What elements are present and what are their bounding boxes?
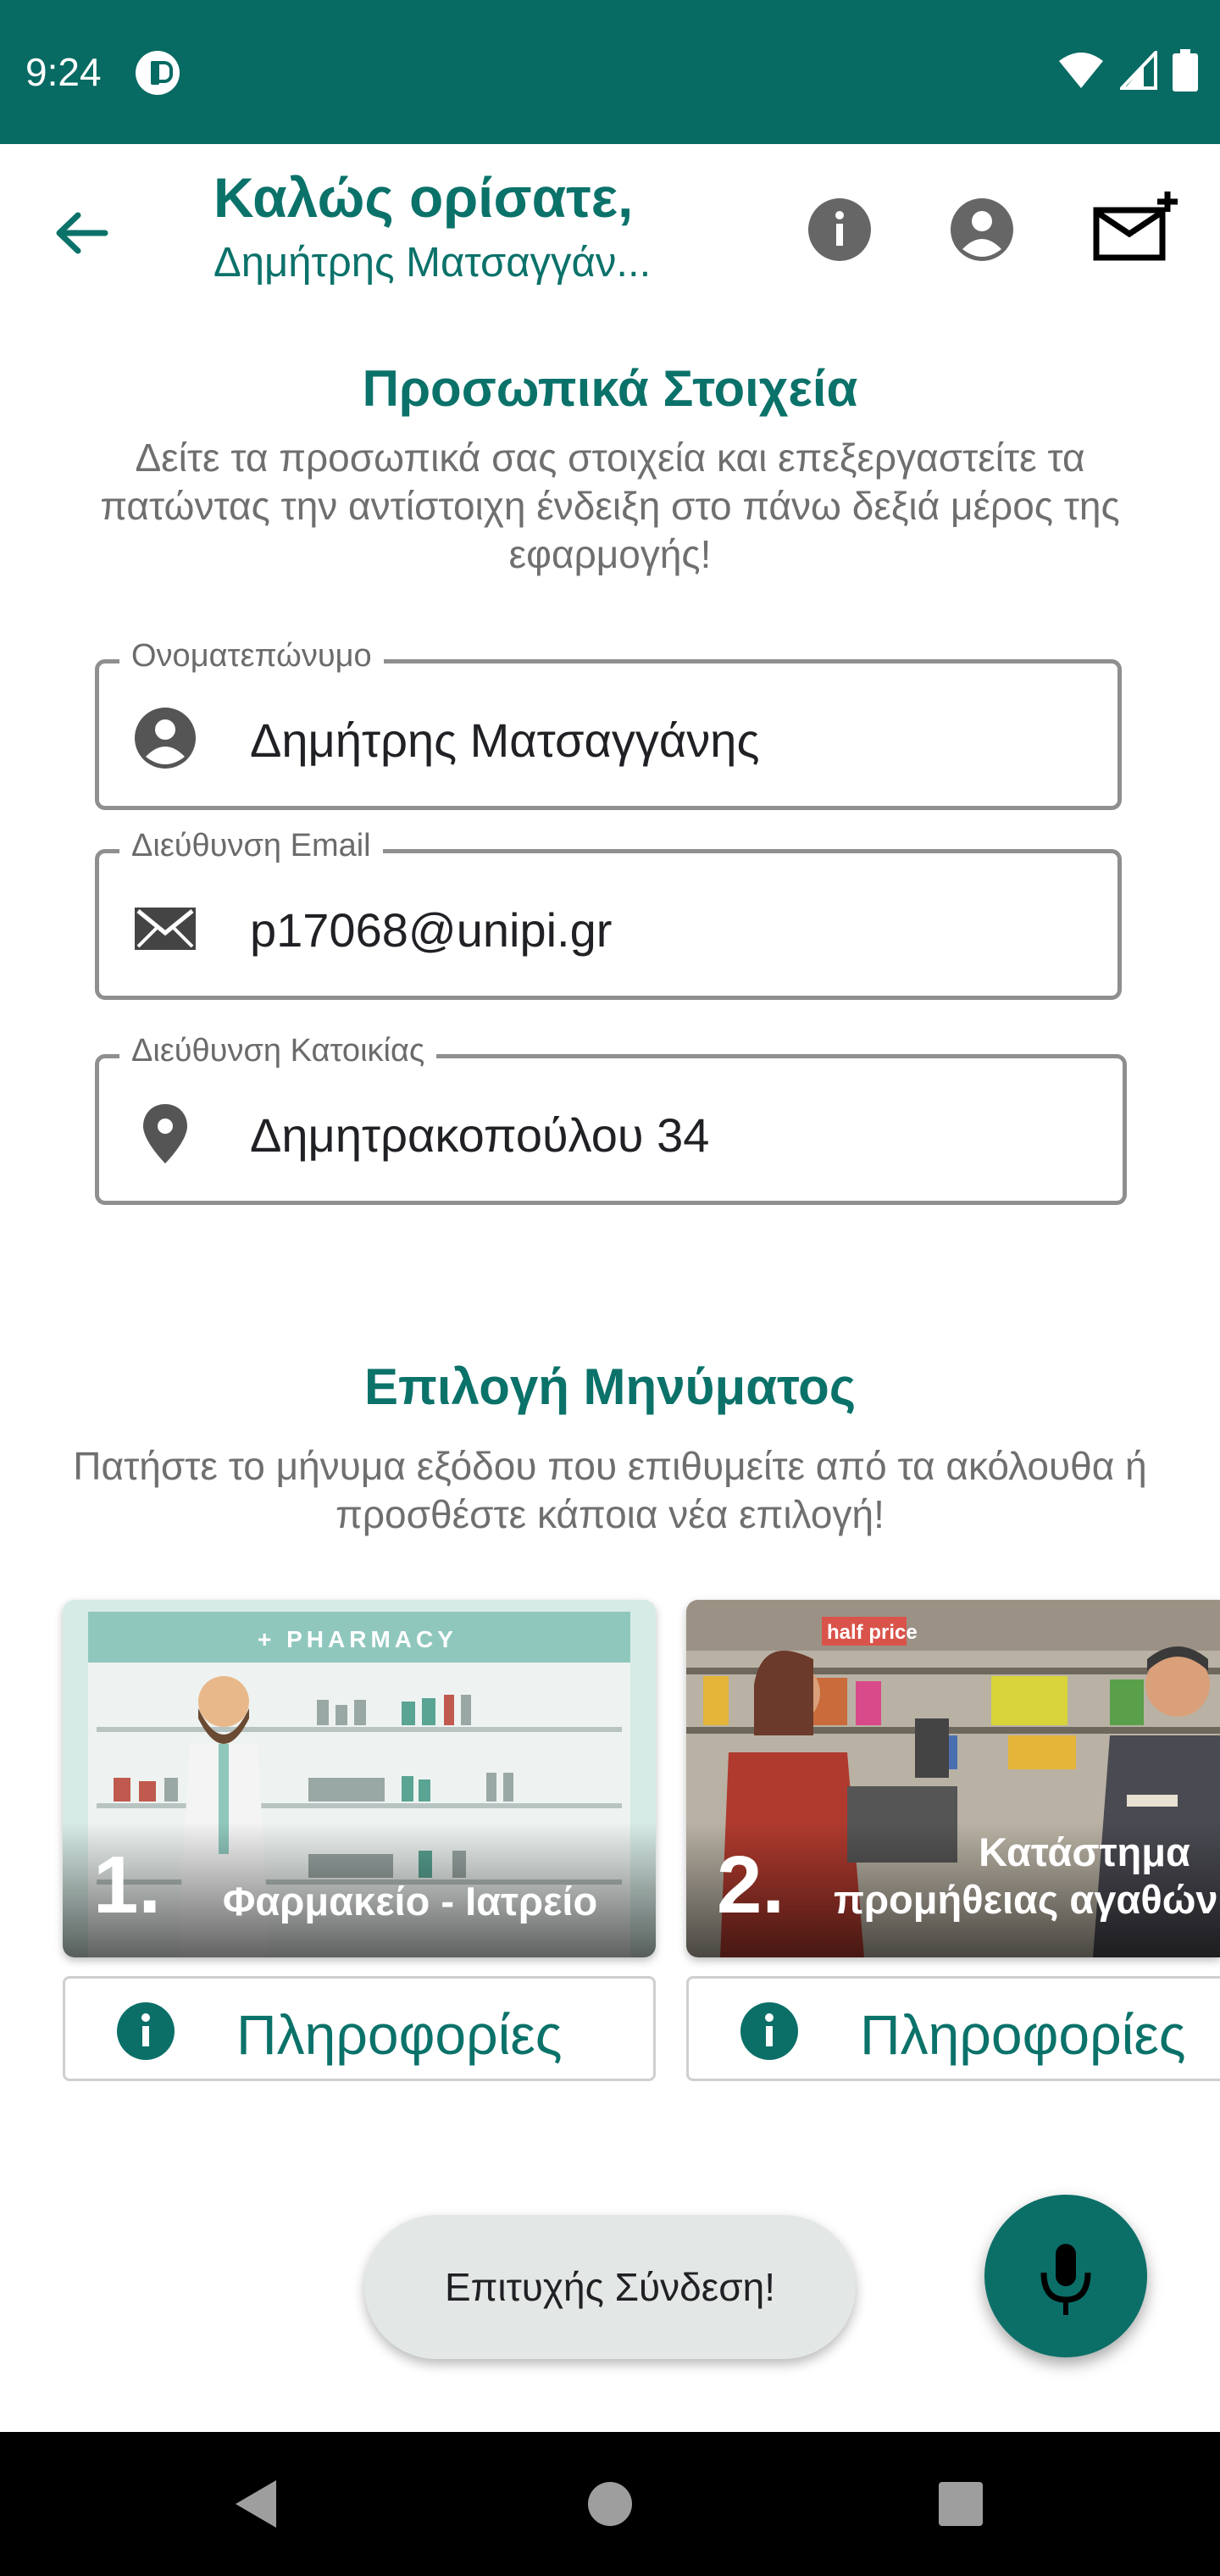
email-value: p17068@unipi.gr: [250, 903, 613, 957]
back-arrow-icon[interactable]: [47, 195, 124, 271]
message-card-pharmacy[interactable]: + PHARMACY 1. Φαρμακείο - Ιατρείο: [63, 1600, 656, 1957]
card-number: 1.: [93, 1840, 162, 1930]
card-label-line1: Κατάστημα: [979, 1829, 1190, 1874]
email-field[interactable]: Διεύθυνση Email p17068@unipi.gr: [95, 828, 1122, 1000]
message-selection-title: Επιλογή Μηνύματος: [363, 1358, 857, 1415]
signal-icon: [1120, 51, 1157, 90]
info-button-label: Πληροφορίες: [236, 2003, 563, 2066]
full-name-field[interactable]: Ονοματεπώνυμο Δημήτρης Ματσαγγάνης: [95, 638, 1122, 810]
status-bar: 9:24: [0, 0, 1220, 144]
wifi-icon: [1059, 53, 1103, 88]
pharmacy-sign: + PHARMACY: [258, 1626, 458, 1652]
card-label: Φαρμακείο - Ιατρείο: [222, 1879, 598, 1924]
personal-info-title: Προσωπικά Στοιχεία: [362, 360, 858, 417]
mail-icon: [135, 908, 196, 950]
personal-info-description: Δείτε τα προσωπικά σας στοιχεία και επεξ…: [100, 436, 1120, 576]
nav-home-icon[interactable]: [576, 2470, 644, 2538]
success-toast: Επιτυχής Σύνδεση!: [364, 2215, 856, 2359]
system-nav-bar: [0, 2432, 1220, 2576]
add-message-icon[interactable]: [1093, 192, 1181, 261]
field-label: Διεύθυνση Email: [119, 828, 383, 864]
microphone-icon: [1040, 2244, 1091, 2315]
microphone-button[interactable]: [984, 2195, 1147, 2357]
message-card-store[interactable]: half price 2. Κατάστημα προμήθειας αγαθώ…: [686, 1600, 1220, 1957]
address-value: Δημητρακοπούλου 34: [250, 1108, 710, 1162]
card-label-line2: προμήθειας αγαθών: [834, 1877, 1218, 1922]
info-button-pharmacy[interactable]: Πληροφορίες: [63, 1976, 656, 2081]
info-button-label: Πληροφορίες: [860, 2003, 1186, 2066]
info-icon: [117, 2002, 175, 2060]
card-number: 2.: [717, 1840, 785, 1930]
message-selection-description: Πατήστε το μήνυμα εξόδου που επιθυμείτε …: [73, 1444, 1147, 1536]
field-label: Ονοματεπώνυμο: [119, 638, 384, 675]
full-name-value: Δημήτρης Ματσαγγάνης: [250, 713, 760, 767]
nav-back-icon[interactable]: [222, 2470, 290, 2538]
card-label: Κατάστημα προμήθειας αγαθών: [830, 1829, 1220, 1924]
battery-icon: [1173, 49, 1198, 92]
welcome-title: Καλώς ορίσατε,: [214, 166, 634, 229]
status-icons: [1057, 49, 1198, 92]
info-icon[interactable]: [807, 197, 873, 263]
user-name: Δημήτρης Ματσαγγάν...: [214, 240, 652, 286]
account-icon[interactable]: [949, 197, 1015, 263]
location-pin-icon: [143, 1104, 187, 1163]
store-sign: half price: [827, 1621, 918, 1644]
status-time: 9:24: [25, 50, 102, 94]
app-icon: [136, 51, 180, 95]
nav-recents-icon[interactable]: [927, 2470, 995, 2538]
info-button-store[interactable]: Πληροφορίες: [686, 1976, 1220, 2081]
address-field[interactable]: Διεύθυνση Κατοικίας Δημητρακοπούλου 34: [95, 1033, 1127, 1205]
info-icon: [740, 2002, 798, 2060]
field-label: Διεύθυνση Κατοικίας: [119, 1033, 437, 1069]
app-bar: Καλώς ορίσατε, Δημήτρης Ματσαγγάν...: [0, 144, 1220, 322]
account-icon: [135, 708, 196, 769]
